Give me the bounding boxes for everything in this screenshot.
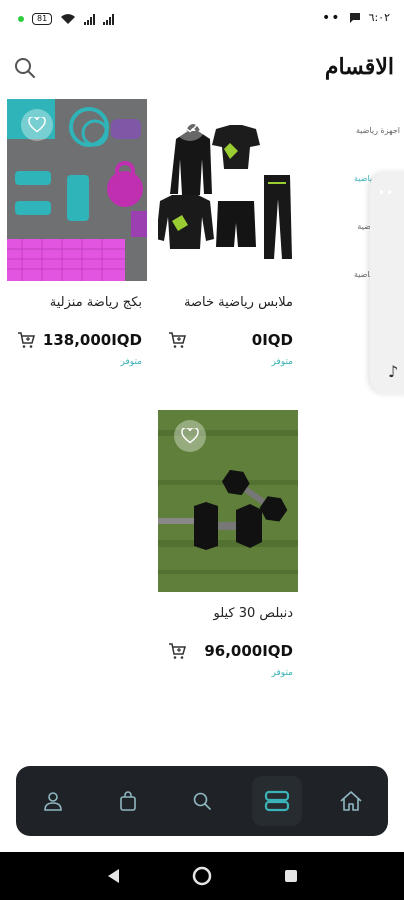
wifi-icon (61, 14, 76, 24)
music-note-icon: ♪ (388, 362, 399, 381)
product-image[interactable] (158, 99, 298, 281)
back-button[interactable] (102, 864, 126, 888)
product-name: دنبلص 30 كيلو (213, 606, 293, 621)
heart-icon (28, 117, 46, 133)
message-icon (349, 12, 360, 23)
product-card[interactable]: دنبلص 30 كيلو 96,000IQD متوفر (158, 410, 298, 678)
stock-status: متوفر (120, 357, 142, 367)
product-price: 138,000IQD (42, 331, 142, 349)
product-price: 96,000IQD (204, 642, 293, 660)
nav-categories[interactable] (252, 776, 302, 826)
product-name: ملابس رياضية خاصة (184, 295, 293, 310)
search-icon (15, 58, 35, 78)
battery-indicator: 81 (32, 13, 53, 25)
home-system-button[interactable] (190, 864, 214, 888)
add-to-cart-button[interactable] (17, 331, 35, 349)
product-card[interactable]: ملابس رياضية خاصة 0IQD متوفر (158, 99, 298, 367)
more-dots-icon: •• (322, 9, 341, 26)
stock-status: متوفر (271, 668, 293, 678)
recents-icon (285, 870, 297, 882)
drawer-dots-icon: •• (378, 186, 395, 200)
cart-icon (169, 643, 186, 659)
system-nav-bar (0, 852, 404, 900)
cart-icon (169, 332, 186, 348)
back-icon (108, 869, 119, 883)
nav-search[interactable] (177, 776, 227, 826)
profile-icon (44, 792, 62, 811)
notification-dot-icon (18, 16, 24, 22)
status-bar: 81 •• ٦:٠٢ (0, 0, 404, 38)
product-image[interactable] (7, 99, 147, 281)
heart-icon (181, 428, 199, 444)
product-card[interactable]: بكج رياضة منزلية 138,000IQD متوفر (7, 99, 147, 367)
favorite-button[interactable] (21, 109, 53, 141)
search-button[interactable] (12, 55, 38, 81)
signal-icon (103, 13, 115, 25)
bottom-nav (16, 766, 388, 836)
cart-icon (18, 332, 35, 348)
favorite-button[interactable] (174, 109, 206, 141)
product-image[interactable] (158, 410, 298, 592)
add-to-cart-button[interactable] (168, 642, 186, 660)
shopping-bag-icon (120, 791, 136, 811)
recents-button[interactable] (279, 864, 303, 888)
heart-icon (181, 117, 199, 133)
product-price: 0IQD (251, 331, 293, 349)
signal-icon (84, 13, 96, 25)
category-item[interactable]: اجهزة رياضية (324, 126, 400, 135)
stock-status: متوفر (271, 357, 293, 367)
nav-home[interactable] (326, 776, 376, 826)
add-to-cart-button[interactable] (168, 331, 186, 349)
home-icon (340, 791, 362, 811)
product-name: بكج رياضة منزلية (49, 295, 142, 310)
nav-profile[interactable] (28, 776, 78, 826)
page-title: الاقسام (324, 54, 394, 80)
home-circle-icon (192, 866, 212, 886)
clock: ٦:٠٢ (368, 11, 390, 24)
favorite-button[interactable] (174, 420, 206, 452)
categories-icon (264, 790, 290, 812)
side-drawer-handle[interactable]: •• ♪ (370, 172, 404, 394)
search-icon (193, 792, 211, 810)
nav-cart[interactable] (103, 776, 153, 826)
